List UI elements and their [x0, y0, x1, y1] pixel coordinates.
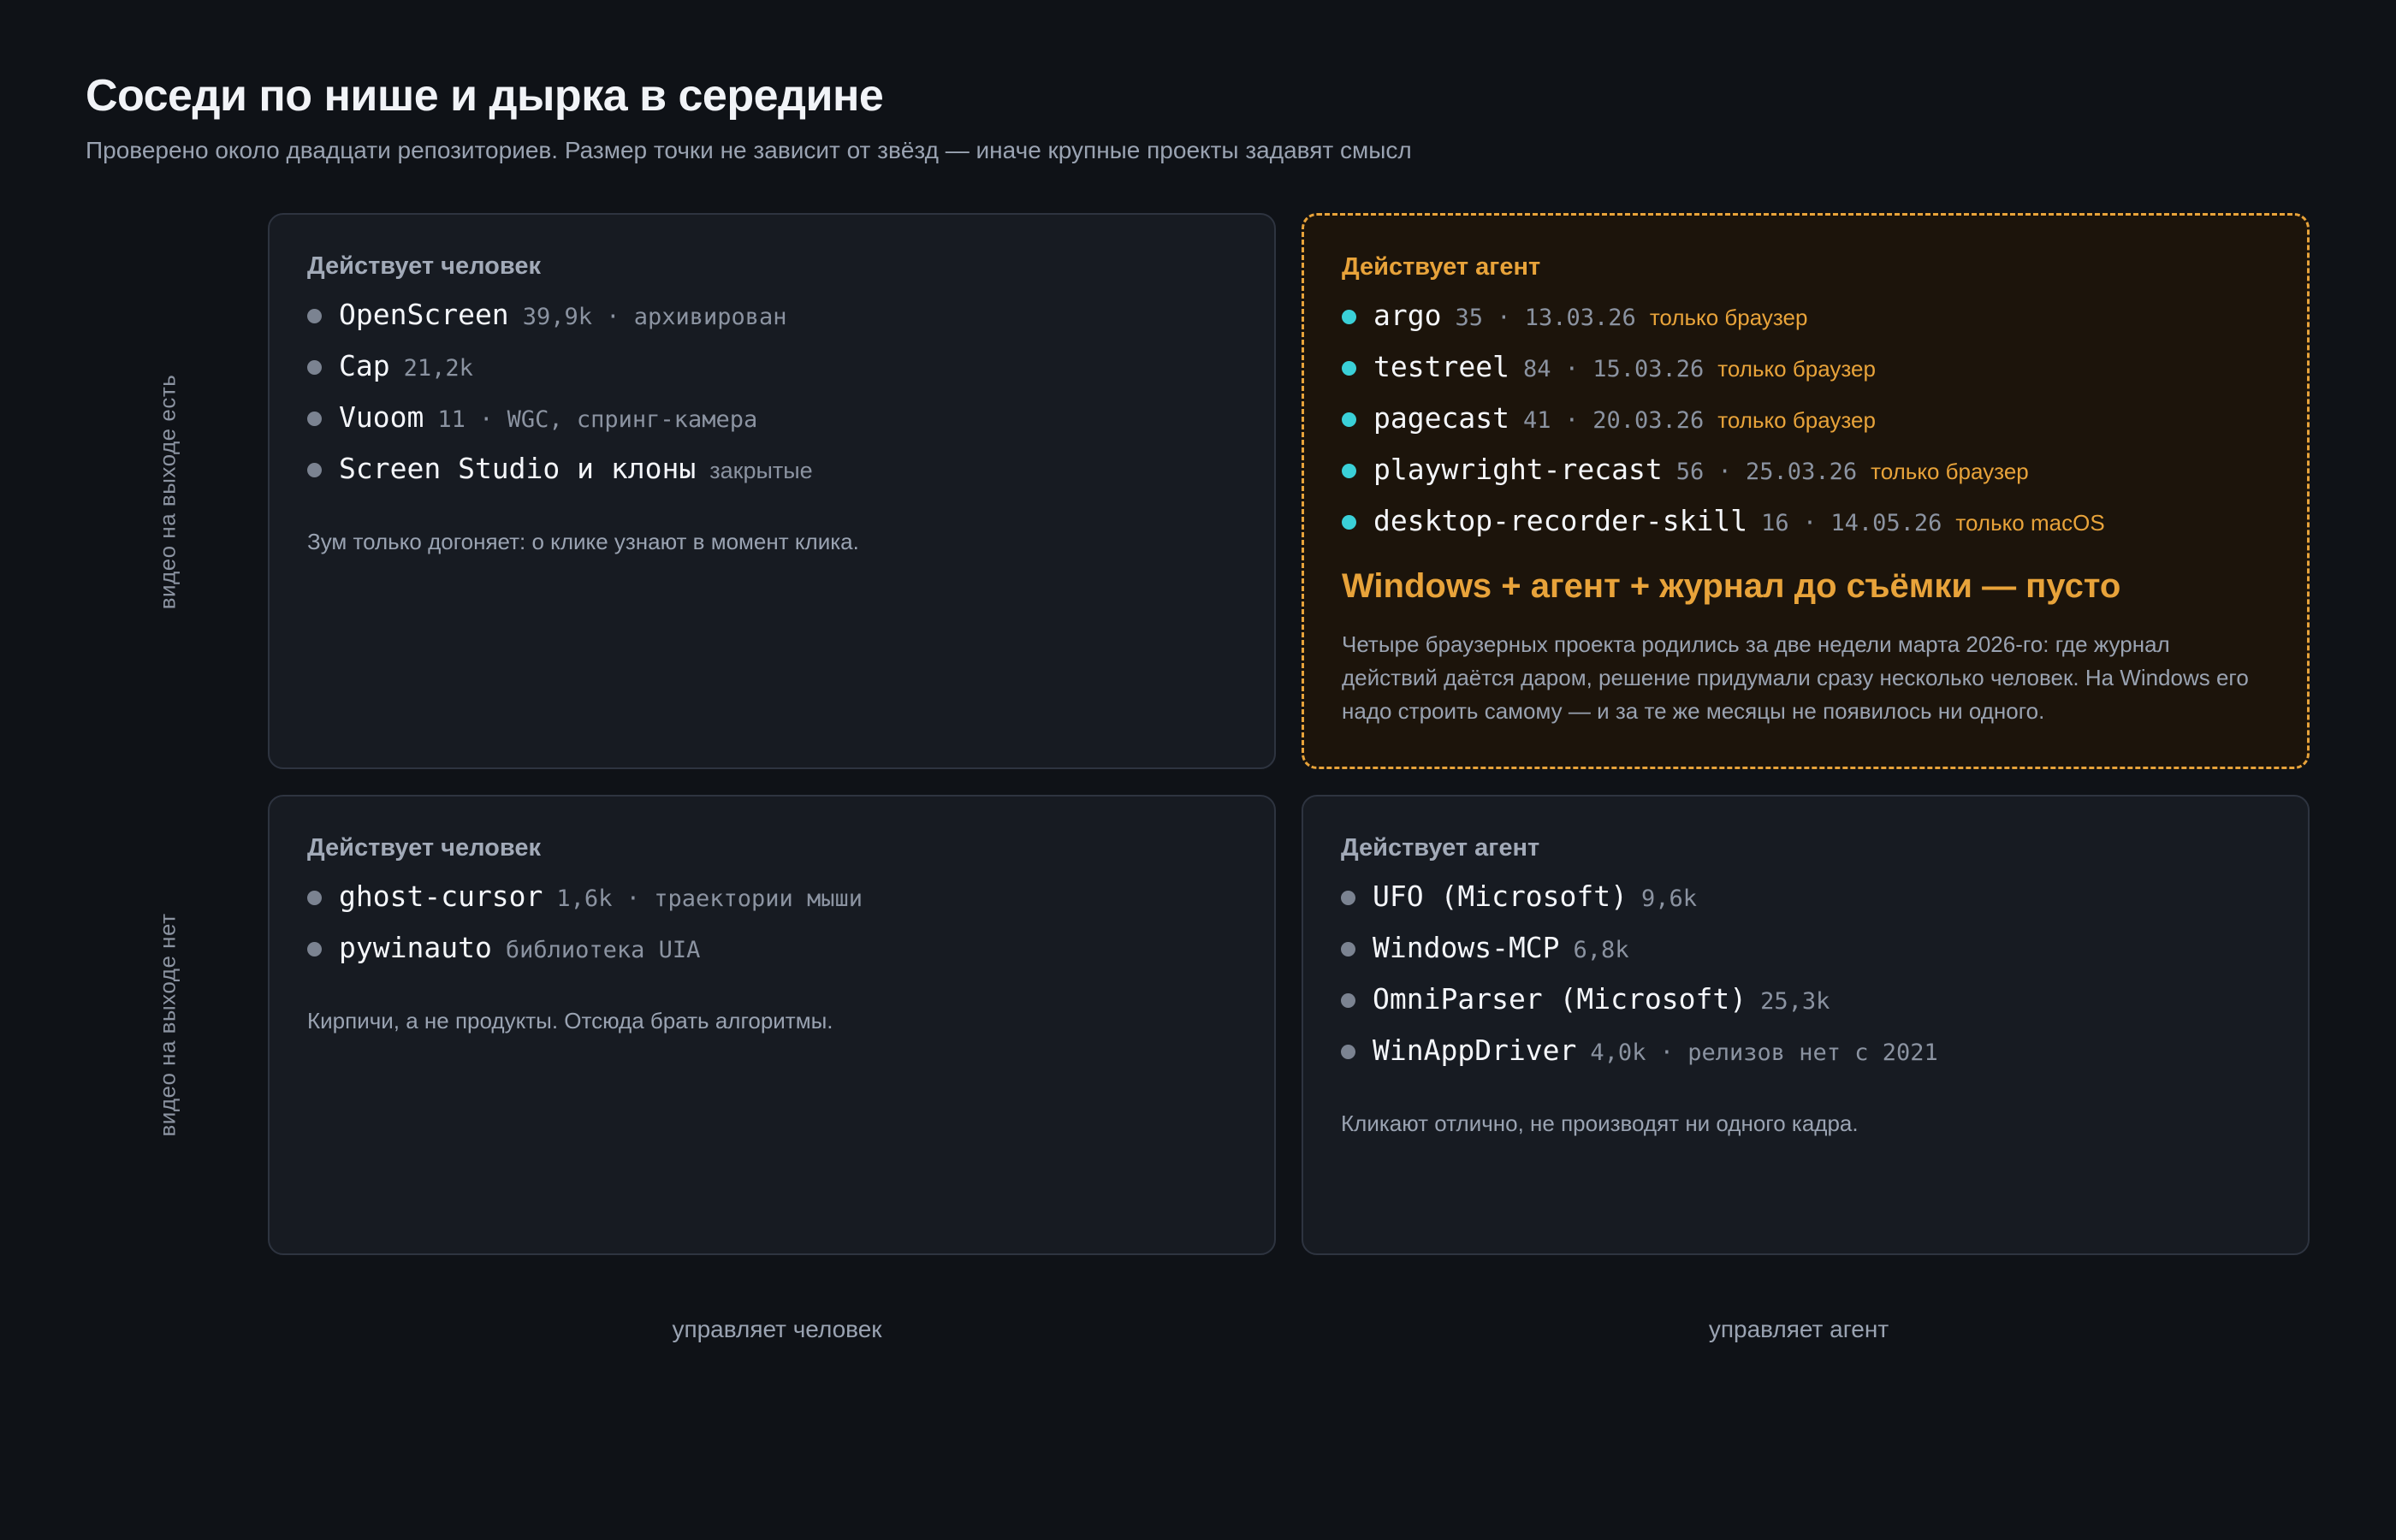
- dot-icon: [307, 411, 322, 426]
- dot-icon: [1342, 463, 1356, 478]
- quadrant-note: Кликают отлично, не производят ни одного…: [1341, 1111, 1859, 1136]
- list-item: Windows-MCP 6,8k: [1341, 931, 2270, 982]
- list-item: UFO (Microsoft) 9,6k: [1341, 880, 2270, 931]
- y-axis-label-bottom: видео на выходе нет: [154, 913, 181, 1137]
- repo-meta: закрытые: [709, 458, 813, 483]
- repo-meta: 39,9k · архивирован: [522, 304, 787, 330]
- repo-meta: 25,3k: [1760, 988, 1830, 1015]
- quadrant-human-no-video: Действует человек ghost-cursor 1,6k · тр…: [268, 795, 1276, 1255]
- x-axis-label-left: управляет человек: [672, 1316, 882, 1342]
- dot-icon: [307, 890, 322, 905]
- dot-icon: [307, 462, 322, 477]
- platform-tag: только macOS: [1955, 510, 2105, 536]
- list-item: ghost-cursor 1,6k · траектории мыши: [307, 880, 1237, 931]
- quadrant-title: Действует человек: [307, 252, 541, 280]
- repo-list: UFO (Microsoft) 9,6k Windows-MCP 6,8k Om…: [1341, 880, 2270, 1085]
- quadrant-human-video: Действует человек OpenScreen 39,9k · арх…: [268, 213, 1276, 769]
- repo-meta: 16 · 14.05.26: [1761, 510, 1942, 536]
- repo-list: OpenScreen 39,9k · архивирован Cap 21,2k…: [307, 298, 1237, 503]
- repo-meta: библиотека UIA: [505, 937, 701, 963]
- repo-name: playwright-recast: [1373, 453, 1663, 486]
- dot-icon: [1341, 1044, 1355, 1059]
- repo-name: Screen Studio и клоны: [339, 452, 697, 485]
- list-item: pywinauto библиотека UIA: [307, 931, 1237, 982]
- quadrant-title: Действует человек: [307, 834, 541, 862]
- list-item: pagecast 41 · 20.03.26 только браузер: [1342, 401, 2269, 453]
- repo-name: pagecast: [1373, 401, 1509, 435]
- repo-name: testreel: [1373, 350, 1509, 383]
- x-axis-label-right: управляет агент: [1708, 1316, 1889, 1342]
- list-item: Cap 21,2k: [307, 349, 1237, 400]
- repo-name: ghost-cursor: [339, 880, 543, 913]
- page-title: Соседи по нише и дырка в середине: [86, 71, 884, 121]
- dot-icon: [1342, 309, 1356, 324]
- repo-list: argo 35 · 13.03.26 только браузер testre…: [1342, 299, 2269, 555]
- repo-name: OmniParser (Microsoft): [1373, 982, 1747, 1016]
- repo-meta: 4,0k · релизов нет с 2021: [1590, 1040, 1938, 1066]
- repo-meta: 21,2k: [403, 355, 473, 382]
- gap-callout: Windows + агент + журнал до съёмки — пус…: [1342, 567, 2121, 605]
- dot-icon: [1341, 890, 1355, 905]
- quadrant-note: Кирпичи, а не продукты. Отсюда брать алг…: [307, 1008, 833, 1034]
- repo-name: UFO (Microsoft): [1373, 880, 1628, 913]
- quadrant-agent-no-video: Действует агент UFO (Microsoft) 9,6k Win…: [1302, 795, 2310, 1255]
- dot-icon: [1342, 514, 1356, 530]
- dot-icon: [307, 308, 322, 323]
- list-item: WinAppDriver 4,0k · релизов нет с 2021: [1341, 1034, 2270, 1085]
- dot-icon: [1342, 360, 1356, 376]
- list-item: Screen Studio и клоны закрытые: [307, 452, 1237, 503]
- dot-icon: [1341, 941, 1355, 957]
- repo-name: Vuoom: [339, 400, 424, 434]
- dot-icon: [1341, 992, 1355, 1008]
- repo-name: desktop-recorder-skill: [1373, 504, 1748, 537]
- dot-icon: [1342, 412, 1356, 427]
- repo-meta: 35 · 13.03.26: [1455, 305, 1636, 331]
- repo-meta: 84 · 15.03.26: [1522, 356, 1705, 382]
- dot-icon: [307, 359, 322, 375]
- repo-name: WinAppDriver: [1373, 1034, 1577, 1067]
- platform-tag: только браузер: [1649, 305, 1808, 330]
- repo-meta: 1,6k · траектории мыши: [556, 886, 863, 912]
- repo-list: ghost-cursor 1,6k · траектории мыши pywi…: [307, 880, 1237, 982]
- platform-tag: только браузер: [1717, 356, 1876, 382]
- quadrant-agent-video: Действует агент argo 35 · 13.03.26 тольк…: [1302, 213, 2310, 769]
- dot-icon: [307, 941, 322, 957]
- platform-tag: только браузер: [1717, 407, 1876, 433]
- quadrant-title: Действует агент: [1341, 834, 1540, 862]
- y-axis-label-top: видео на выходе есть: [154, 374, 181, 610]
- list-item: testreel 84 · 15.03.26 только браузер: [1342, 350, 2269, 401]
- list-item: Vuoom 11 · WGC, спринг-камера: [307, 400, 1237, 452]
- quadrant-note: Четыре браузерных проекта родились за дв…: [1342, 631, 2249, 724]
- repo-meta: 9,6k: [1641, 886, 1698, 912]
- list-item: playwright-recast 56 · 25.03.26 только б…: [1342, 453, 2269, 504]
- list-item: argo 35 · 13.03.26 только браузер: [1342, 299, 2269, 350]
- repo-meta: 56 · 25.03.26: [1675, 459, 1858, 485]
- repo-name: argo: [1373, 299, 1442, 332]
- list-item: OmniParser (Microsoft) 25,3k: [1341, 982, 2270, 1034]
- platform-tag: только браузер: [1871, 459, 2029, 484]
- repo-name: OpenScreen: [339, 298, 509, 331]
- repo-name: Cap: [339, 349, 390, 382]
- quadrant-title: Действует агент: [1342, 253, 1541, 281]
- page-subtitle: Проверено около двадцати репозиториев. Р…: [86, 137, 1412, 163]
- repo-name: pywinauto: [339, 931, 492, 964]
- list-item: OpenScreen 39,9k · архивирован: [307, 298, 1237, 349]
- repo-meta: 11 · WGC, спринг-камера: [437, 406, 758, 433]
- repo-name: Windows-MCP: [1373, 931, 1560, 964]
- repo-meta: 41 · 20.03.26: [1522, 407, 1705, 434]
- list-item: desktop-recorder-skill 16 · 14.05.26 тол…: [1342, 504, 2269, 555]
- quadrant-note: Зум только догоняет: о клике узнают в мо…: [307, 529, 859, 554]
- repo-meta: 6,8k: [1573, 937, 1629, 963]
